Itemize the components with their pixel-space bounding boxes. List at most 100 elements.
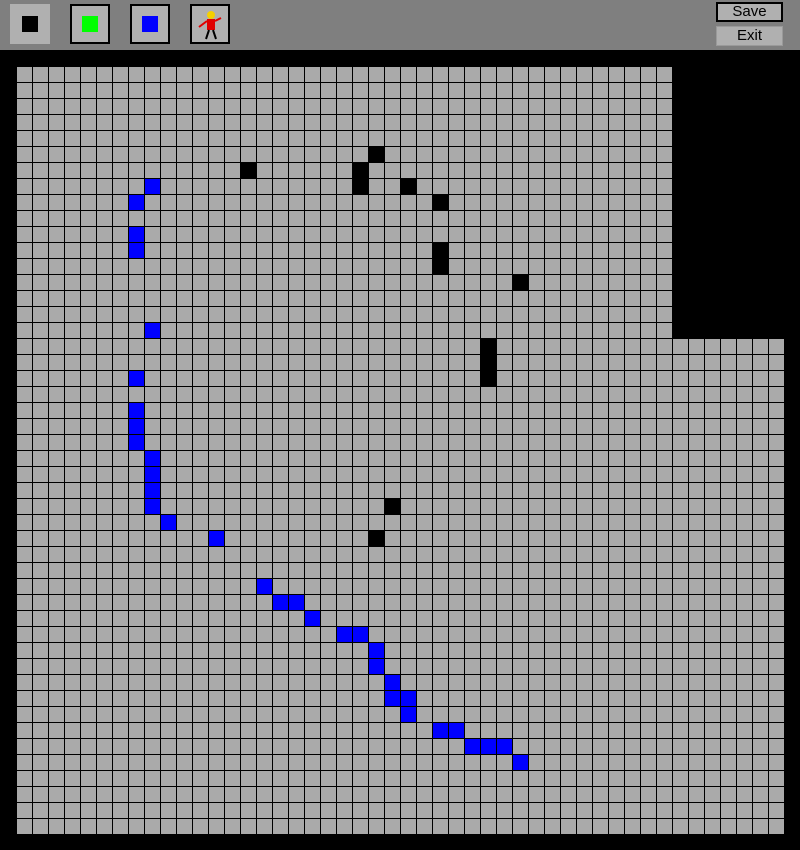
blue-tile[interactable] xyxy=(480,738,496,754)
void-cell[interactable] xyxy=(768,258,784,274)
void-cell[interactable] xyxy=(720,162,736,178)
void-cell[interactable] xyxy=(752,306,768,322)
void-cell[interactable] xyxy=(752,66,768,82)
void-cell[interactable] xyxy=(736,98,752,114)
void-cell[interactable] xyxy=(752,242,768,258)
blue-tile[interactable] xyxy=(496,738,512,754)
void-cell[interactable] xyxy=(688,114,704,130)
void-cell[interactable] xyxy=(768,242,784,258)
void-cell[interactable] xyxy=(672,322,688,338)
blue-tile[interactable] xyxy=(256,578,272,594)
void-cell[interactable] xyxy=(688,178,704,194)
void-cell[interactable] xyxy=(752,290,768,306)
void-cell[interactable] xyxy=(704,322,720,338)
void-cell[interactable] xyxy=(672,162,688,178)
void-cell[interactable] xyxy=(720,290,736,306)
blue-tile[interactable] xyxy=(160,514,176,530)
blue-tile[interactable] xyxy=(208,530,224,546)
void-cell[interactable] xyxy=(688,322,704,338)
void-cell[interactable] xyxy=(752,162,768,178)
void-cell[interactable] xyxy=(688,258,704,274)
void-cell[interactable] xyxy=(704,98,720,114)
black-tile[interactable] xyxy=(352,178,368,194)
void-cell[interactable] xyxy=(736,242,752,258)
void-cell[interactable] xyxy=(672,242,688,258)
void-cell[interactable] xyxy=(688,66,704,82)
void-cell[interactable] xyxy=(688,130,704,146)
void-cell[interactable] xyxy=(704,114,720,130)
void-cell[interactable] xyxy=(752,274,768,290)
void-cell[interactable] xyxy=(704,130,720,146)
void-cell[interactable] xyxy=(736,210,752,226)
blue-tile[interactable] xyxy=(384,674,400,690)
void-cell[interactable] xyxy=(672,290,688,306)
void-cell[interactable] xyxy=(736,194,752,210)
blue-tile[interactable] xyxy=(368,642,384,658)
black-tile[interactable] xyxy=(368,146,384,162)
black-tile[interactable] xyxy=(432,258,448,274)
void-cell[interactable] xyxy=(688,82,704,98)
blue-tile[interactable] xyxy=(400,706,416,722)
void-cell[interactable] xyxy=(704,178,720,194)
void-cell[interactable] xyxy=(752,82,768,98)
void-cell[interactable] xyxy=(720,130,736,146)
void-cell[interactable] xyxy=(736,290,752,306)
void-cell[interactable] xyxy=(768,210,784,226)
void-cell[interactable] xyxy=(752,178,768,194)
void-cell[interactable] xyxy=(672,194,688,210)
void-cell[interactable] xyxy=(768,130,784,146)
black-tile[interactable] xyxy=(480,354,496,370)
blue-tile[interactable] xyxy=(464,738,480,754)
void-cell[interactable] xyxy=(752,98,768,114)
void-cell[interactable] xyxy=(720,98,736,114)
void-cell[interactable] xyxy=(720,114,736,130)
void-cell[interactable] xyxy=(752,194,768,210)
blue-tile[interactable] xyxy=(352,626,368,642)
void-cell[interactable] xyxy=(736,66,752,82)
void-cell[interactable] xyxy=(720,210,736,226)
void-cell[interactable] xyxy=(768,66,784,82)
blue-tile[interactable] xyxy=(128,418,144,434)
void-cell[interactable] xyxy=(672,82,688,98)
void-cell[interactable] xyxy=(720,82,736,98)
void-cell[interactable] xyxy=(736,130,752,146)
void-cell[interactable] xyxy=(704,82,720,98)
black-tile[interactable] xyxy=(400,178,416,194)
void-cell[interactable] xyxy=(672,98,688,114)
blue-tile[interactable] xyxy=(128,434,144,450)
void-cell[interactable] xyxy=(736,322,752,338)
black-tile[interactable] xyxy=(240,162,256,178)
void-cell[interactable] xyxy=(752,130,768,146)
black-tile[interactable] xyxy=(352,162,368,178)
character-tool[interactable] xyxy=(190,4,230,44)
blue-tile[interactable] xyxy=(304,610,320,626)
void-cell[interactable] xyxy=(720,146,736,162)
green-tile-tool[interactable] xyxy=(70,4,110,44)
void-cell[interactable] xyxy=(736,114,752,130)
void-cell[interactable] xyxy=(720,258,736,274)
void-cell[interactable] xyxy=(768,146,784,162)
black-tile[interactable] xyxy=(368,530,384,546)
void-cell[interactable] xyxy=(672,210,688,226)
void-cell[interactable] xyxy=(672,306,688,322)
void-cell[interactable] xyxy=(720,242,736,258)
void-cell[interactable] xyxy=(736,146,752,162)
void-cell[interactable] xyxy=(688,194,704,210)
blue-tile[interactable] xyxy=(512,754,528,770)
void-cell[interactable] xyxy=(752,146,768,162)
void-cell[interactable] xyxy=(736,82,752,98)
void-cell[interactable] xyxy=(720,194,736,210)
void-cell[interactable] xyxy=(768,274,784,290)
black-tile[interactable] xyxy=(432,194,448,210)
void-cell[interactable] xyxy=(736,306,752,322)
void-cell[interactable] xyxy=(736,258,752,274)
void-cell[interactable] xyxy=(672,66,688,82)
blue-tile[interactable] xyxy=(336,626,352,642)
void-cell[interactable] xyxy=(720,66,736,82)
blue-tile[interactable] xyxy=(128,194,144,210)
void-cell[interactable] xyxy=(704,258,720,274)
void-cell[interactable] xyxy=(736,162,752,178)
black-tile[interactable] xyxy=(480,338,496,354)
blue-tile[interactable] xyxy=(144,466,160,482)
void-cell[interactable] xyxy=(736,274,752,290)
